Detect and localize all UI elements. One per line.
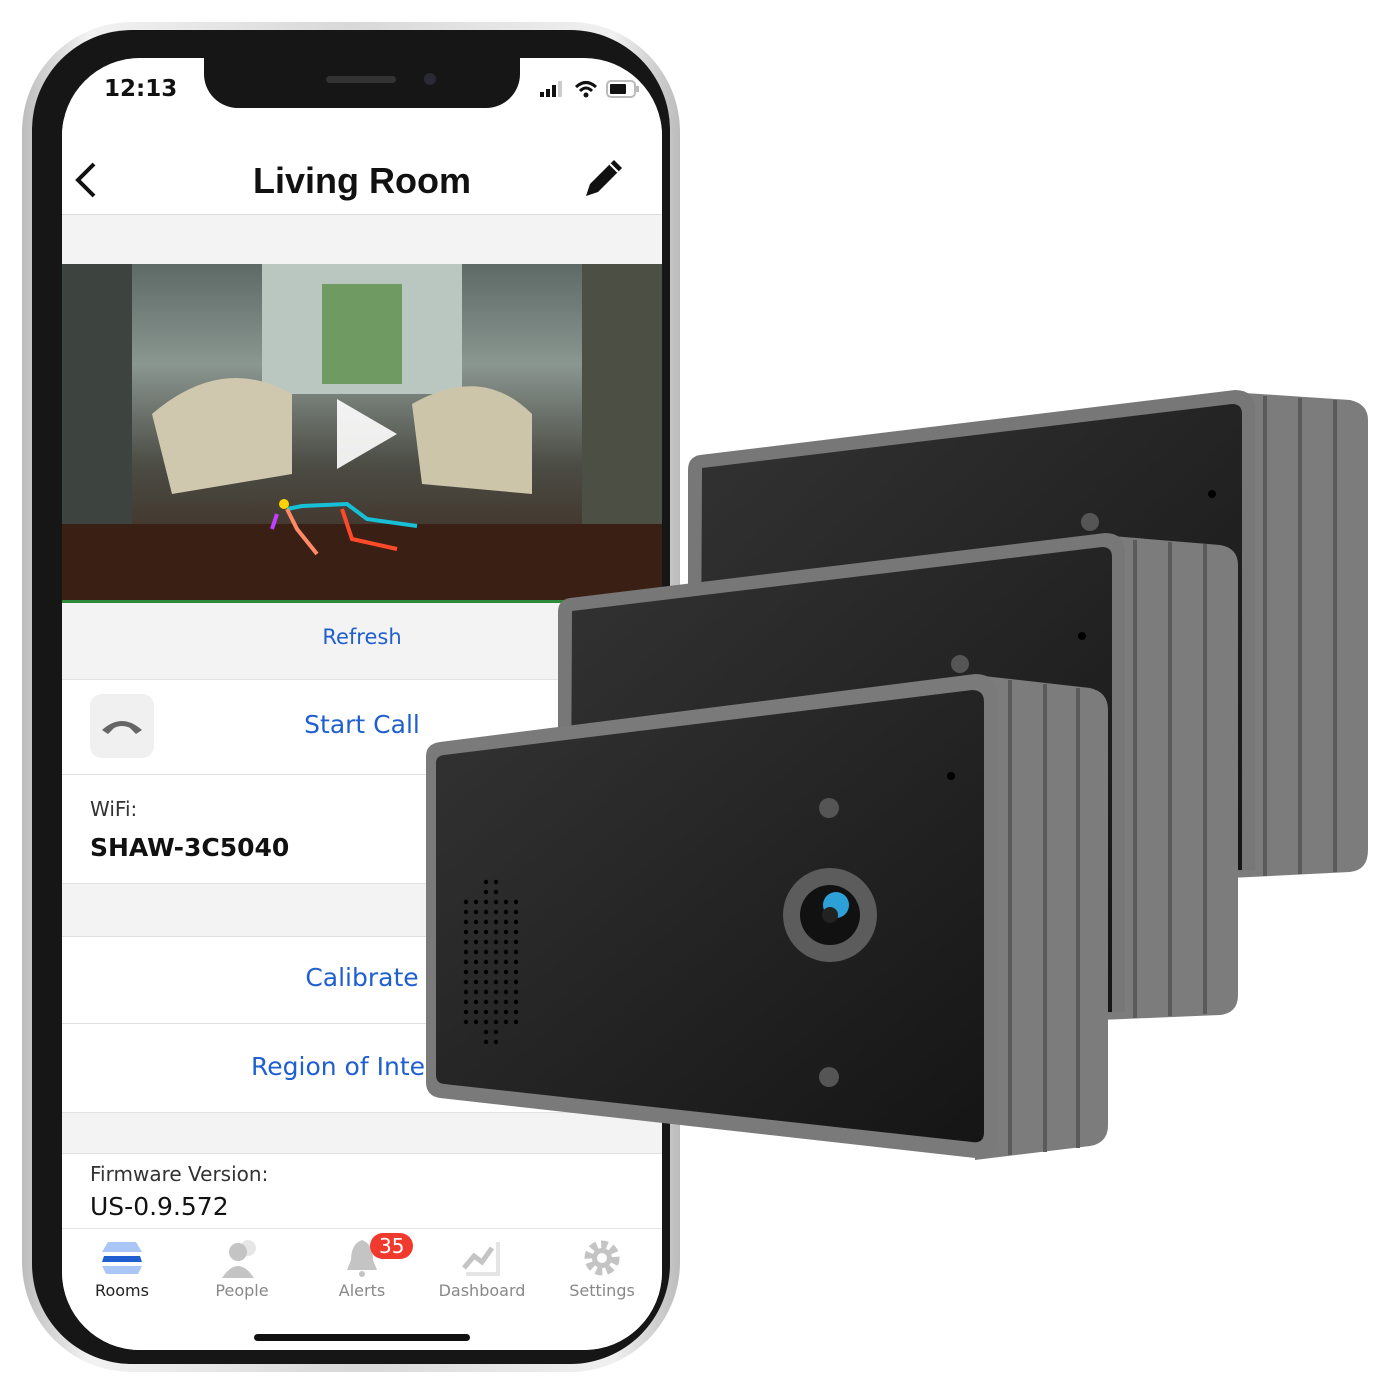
speaker-hole xyxy=(493,1039,499,1045)
speaker-hole xyxy=(503,909,509,915)
speaker-hole xyxy=(463,919,469,925)
speaker-hole xyxy=(473,1009,479,1015)
speaker-hole xyxy=(483,1019,489,1025)
speaker-hole xyxy=(513,969,519,975)
speaker-hole xyxy=(493,989,499,995)
speaker-hole xyxy=(483,999,489,1005)
speaker-hole xyxy=(493,969,499,975)
speaker-hole xyxy=(483,979,489,985)
speaker-hole xyxy=(463,989,469,995)
speaker-hole xyxy=(503,1019,509,1025)
speaker-hole xyxy=(483,1029,489,1035)
speaker-hole xyxy=(493,979,499,985)
speaker-hole xyxy=(493,949,499,955)
speaker-hole xyxy=(483,929,489,935)
speaker-hole xyxy=(483,899,489,905)
speaker-hole xyxy=(473,929,479,935)
speaker-hole xyxy=(503,949,509,955)
speaker-hole xyxy=(463,909,469,915)
speaker-hole xyxy=(483,909,489,915)
sensor-devices: (function(){var g=document.currentScript… xyxy=(426,390,1368,1160)
speaker-hole xyxy=(503,989,509,995)
speaker-hole xyxy=(473,949,479,955)
speaker-hole xyxy=(513,919,519,925)
speaker-hole xyxy=(493,879,499,885)
speaker-hole xyxy=(513,979,519,985)
speaker-hole xyxy=(513,1009,519,1015)
firmware-value: US-0.9.572 xyxy=(90,1192,229,1221)
speaker-hole xyxy=(483,1009,489,1015)
speaker-hole xyxy=(483,919,489,925)
speaker-hole xyxy=(503,969,509,975)
speaker-hole xyxy=(473,939,479,945)
speaker-hole xyxy=(503,999,509,1005)
speaker-hole xyxy=(463,939,469,945)
speaker-hole xyxy=(473,959,479,965)
speaker-hole xyxy=(503,939,509,945)
speaker-hole xyxy=(463,929,469,935)
speaker-hole xyxy=(513,929,519,935)
speaker-hole xyxy=(463,949,469,955)
speaker-hole xyxy=(513,949,519,955)
speaker-hole xyxy=(463,959,469,965)
speaker-hole xyxy=(493,899,499,905)
speaker-hole xyxy=(503,899,509,905)
speaker-hole xyxy=(463,1009,469,1015)
speaker-hole xyxy=(493,889,499,895)
speaker-hole xyxy=(473,909,479,915)
speaker-hole xyxy=(493,1029,499,1035)
speaker-hole xyxy=(473,899,479,905)
speaker-hole xyxy=(503,959,509,965)
speaker-hole xyxy=(513,909,519,915)
speaker-hole xyxy=(513,1019,519,1025)
speaker-hole xyxy=(483,879,489,885)
speaker-hole xyxy=(473,979,479,985)
speaker-hole xyxy=(503,1009,509,1015)
speaker-hole xyxy=(483,939,489,945)
speaker-hole xyxy=(473,1019,479,1025)
speaker-hole xyxy=(503,929,509,935)
speaker-hole xyxy=(473,969,479,975)
speaker-hole xyxy=(473,919,479,925)
speaker-hole xyxy=(493,909,499,915)
speaker-hole xyxy=(513,899,519,905)
speaker-hole xyxy=(483,889,489,895)
speaker-hole xyxy=(503,919,509,925)
speaker-hole xyxy=(483,1039,489,1045)
speaker-hole xyxy=(513,939,519,945)
speaker-hole xyxy=(503,979,509,985)
speaker-hole xyxy=(463,969,469,975)
speaker-hole xyxy=(473,999,479,1005)
speaker-hole xyxy=(483,959,489,965)
device-front: (function(){var g=document.currentScript… xyxy=(426,674,1108,1160)
speaker-hole xyxy=(463,899,469,905)
speaker-hole xyxy=(463,979,469,985)
speaker-hole xyxy=(483,969,489,975)
speaker-hole xyxy=(483,949,489,955)
speaker-hole xyxy=(463,999,469,1005)
speaker-hole xyxy=(493,929,499,935)
speaker-hole xyxy=(473,989,479,995)
speaker-hole xyxy=(493,939,499,945)
speaker-hole xyxy=(493,1019,499,1025)
speaker-hole xyxy=(513,989,519,995)
speaker-hole xyxy=(513,999,519,1005)
speaker-hole xyxy=(463,1019,469,1025)
speaker-hole xyxy=(483,989,489,995)
speaker-hole xyxy=(513,959,519,965)
speaker-hole xyxy=(493,919,499,925)
speaker-hole xyxy=(493,1009,499,1015)
speaker-hole xyxy=(493,959,499,965)
speaker-hole xyxy=(493,999,499,1005)
